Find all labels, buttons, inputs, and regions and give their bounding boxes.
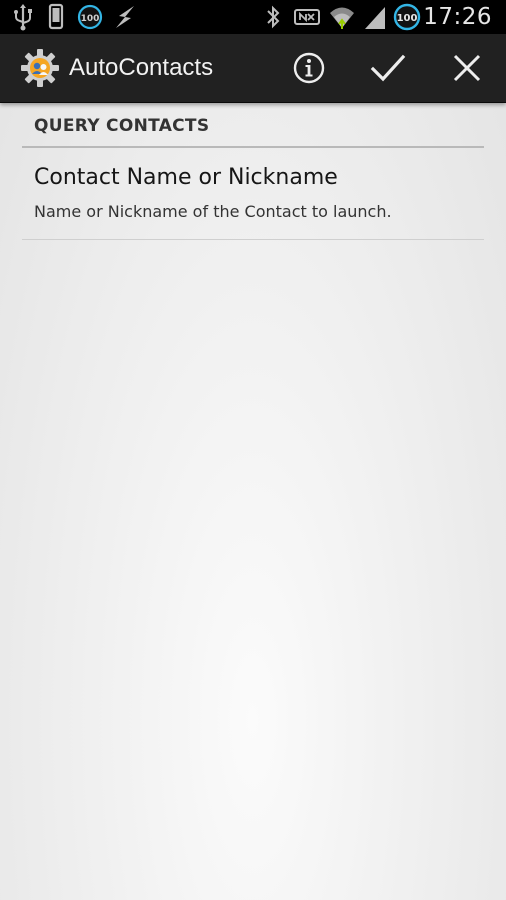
battery-100-icon: 100 [77, 4, 103, 30]
section-header: QUERY CONTACTS [22, 102, 484, 148]
close-icon [453, 54, 481, 82]
usb-icon [14, 4, 32, 31]
app-title: AutoContacts [69, 54, 214, 81]
action-bar: AutoContacts [0, 34, 506, 103]
wifi-icon [330, 7, 354, 29]
phone-icon [48, 3, 64, 30]
bluetooth-icon [267, 5, 280, 29]
signal-icon [365, 7, 385, 29]
confirm-button[interactable] [368, 48, 408, 88]
info-icon [293, 52, 325, 84]
battery-100-icon: 100 [393, 3, 421, 31]
cancel-button[interactable] [447, 48, 487, 88]
contact-name-preference[interactable]: Contact Name or Nickname Name or Nicknam… [22, 148, 484, 240]
nfc-icon [294, 9, 320, 25]
clock: 17:26 [423, 4, 492, 30]
preference-summary: Name or Nickname of the Contact to launc… [34, 202, 392, 221]
battery-badge-right-text: 100 [397, 13, 418, 24]
section-header-label: QUERY CONTACTS [34, 116, 210, 136]
battery-badge-left-text: 100 [81, 14, 100, 24]
flash-icon [116, 6, 134, 28]
autocontacts-gear-icon [21, 49, 59, 87]
status-bar: 100 100 17:26 [0, 0, 506, 34]
info-button[interactable] [289, 48, 329, 88]
check-icon [370, 54, 406, 82]
preference-title: Contact Name or Nickname [34, 165, 338, 190]
